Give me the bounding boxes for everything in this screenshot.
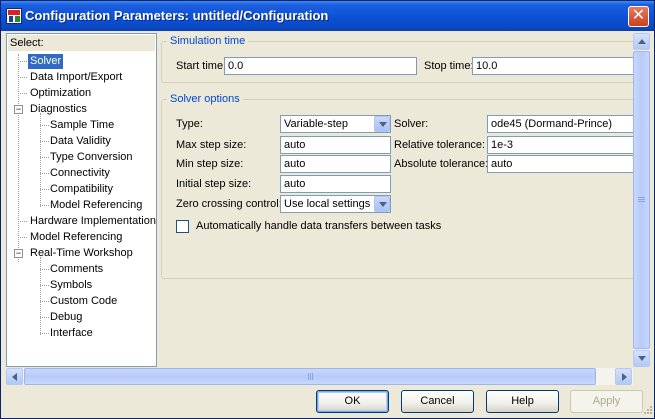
tree-connector: [40, 113, 41, 207]
tree-connector: [18, 221, 27, 222]
chevron-down-icon[interactable]: [374, 196, 390, 212]
min-step-size-input[interactable]: auto: [280, 155, 391, 173]
tree-item-diagnostics[interactable]: Diagnostics: [28, 102, 89, 117]
zero-crossing-dropdown[interactable]: Use local settings: [280, 195, 391, 213]
collapse-rtw-icon[interactable]: −: [14, 249, 23, 258]
max-step-size-input[interactable]: auto: [280, 136, 391, 154]
tree-item-type-conversion[interactable]: Type Conversion: [48, 150, 135, 165]
initial-step-size-label: Initial step size:: [176, 178, 252, 190]
start-time-input[interactable]: 0.0: [224, 57, 417, 75]
arrow-left-icon: [12, 373, 17, 381]
arrow-right-icon: [622, 373, 627, 381]
tree-item-optimization[interactable]: Optimization: [28, 86, 93, 101]
stop-time-input[interactable]: 10.0: [472, 57, 633, 75]
zero-crossing-label: Zero crossing control:: [176, 198, 282, 210]
auto-transfer-checkbox[interactable]: [176, 220, 189, 233]
apply-button[interactable]: Apply: [570, 390, 643, 413]
auto-transfer-label[interactable]: Automatically handle data transfers betw…: [196, 220, 441, 233]
simulation-time-title: Simulation time: [167, 35, 249, 47]
tree-item-real-time-workshop[interactable]: Real-Time Workshop: [28, 246, 135, 261]
relative-tolerance-input[interactable]: 1e-3: [487, 136, 633, 154]
tree-item-diag-model-referencing[interactable]: Model Referencing: [48, 198, 144, 213]
cancel-button[interactable]: Cancel: [401, 390, 474, 413]
simulink-app-icon: [6, 8, 22, 24]
tree-item-compatibility[interactable]: Compatibility: [48, 182, 115, 197]
tree-header: Select:: [8, 35, 155, 51]
scroll-down-button[interactable]: [633, 350, 650, 367]
type-label: Type:: [176, 118, 203, 130]
solver-options-title: Solver options: [167, 93, 243, 105]
tree-item-interface[interactable]: Interface: [48, 326, 95, 341]
chevron-down-icon[interactable]: [374, 116, 390, 132]
tree-connector: [18, 77, 27, 78]
category-tree[interactable]: Select: − − Solver Data Import/Export Op…: [6, 33, 157, 367]
collapse-diagnostics-icon[interactable]: −: [14, 105, 23, 114]
solver-settings-panel: Simulation time Start time: 0.0 Stop tim…: [161, 33, 633, 367]
tree-item-connectivity[interactable]: Connectivity: [48, 166, 112, 181]
tree-item-data-import-export[interactable]: Data Import/Export: [28, 70, 124, 85]
tree-connector: [18, 93, 27, 94]
help-button[interactable]: Help: [486, 390, 559, 413]
tree-connector: [18, 237, 27, 238]
type-dropdown[interactable]: Variable-step: [280, 115, 391, 133]
horizontal-scrollbar[interactable]: [6, 368, 633, 385]
scroll-up-button[interactable]: [633, 33, 650, 50]
horizontal-scroll-thumb[interactable]: [24, 368, 596, 385]
close-button[interactable]: ✕: [628, 6, 649, 27]
tree-item-data-validity[interactable]: Data Validity: [48, 134, 113, 149]
ok-button[interactable]: OK: [316, 390, 389, 413]
tree-item-custom-code[interactable]: Custom Code: [48, 294, 119, 309]
close-icon: ✕: [631, 7, 646, 24]
title-bar[interactable]: Configuration Parameters: untitled/Confi…: [1, 1, 654, 31]
window-title: Configuration Parameters: untitled/Confi…: [25, 8, 329, 23]
vertical-scrollbar[interactable]: [633, 33, 650, 367]
configuration-dialog: Configuration Parameters: untitled/Confi…: [0, 0, 655, 419]
zero-crossing-value: Use local settings: [284, 198, 371, 210]
type-value: Variable-step: [284, 118, 348, 130]
scroll-right-button[interactable]: [615, 368, 632, 385]
tree-connector: [18, 61, 27, 62]
solver-dropdown[interactable]: ode45 (Dormand-Prince): [487, 115, 633, 133]
initial-step-size-input[interactable]: auto: [280, 175, 391, 193]
tree-item-sample-time[interactable]: Sample Time: [48, 118, 116, 133]
start-time-label: Start time:: [176, 60, 227, 72]
absolute-tolerance-label: Absolute tolerance:: [394, 158, 489, 170]
solver-label: Solver:: [394, 118, 429, 130]
max-step-size-label: Max step size:: [176, 139, 247, 151]
arrow-down-icon: [638, 356, 646, 361]
resize-grip-icon[interactable]: [641, 405, 653, 417]
tree-item-comments[interactable]: Comments: [48, 262, 105, 277]
tree-item-debug[interactable]: Debug: [48, 310, 84, 325]
scroll-left-button[interactable]: [6, 368, 23, 385]
relative-tolerance-label: Relative tolerance:: [394, 139, 486, 151]
arrow-up-icon: [638, 39, 646, 44]
min-step-size-label: Min step size:: [176, 158, 244, 170]
stop-time-label: Stop time:: [424, 60, 474, 72]
absolute-tolerance-input[interactable]: auto: [487, 155, 633, 173]
tree-item-solver[interactable]: Solver: [28, 54, 64, 69]
vertical-scroll-thumb[interactable]: [633, 51, 650, 349]
tree-connector: [18, 54, 19, 262]
tree-item-model-referencing[interactable]: Model Referencing: [28, 230, 124, 245]
tree-item-symbols[interactable]: Symbols: [48, 278, 94, 293]
tree-item-hardware-implementation[interactable]: Hardware Implementation: [28, 214, 156, 229]
